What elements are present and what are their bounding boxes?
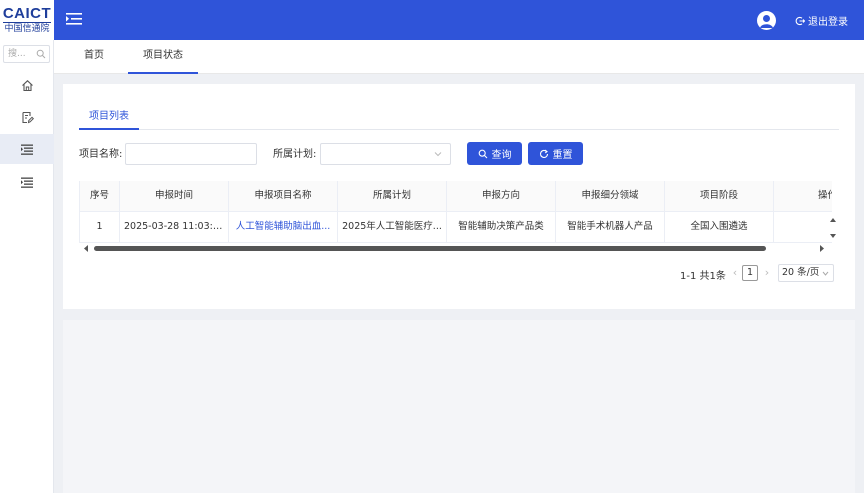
sidebar-item-project-status[interactable] [0,134,54,164]
scroll-right-icon[interactable] [818,244,826,253]
table-cell: 智能手术机器人产品 [556,212,665,243]
table-cell: 全国入围遴选 [665,212,774,243]
sidebar-item-home[interactable] [0,70,54,100]
column-header: 操作 [774,181,832,212]
menu-collapse-icon[interactable] [66,12,82,26]
tab-project-status[interactable]: 项目状态 [128,40,198,74]
chevron-down-icon [434,152,442,157]
reset-button[interactable]: 重置 [528,142,583,165]
table-header-row: 序号 申报时间 申报项目名称 所属计划 申报方向 申报细分领域 项目阶段 操作 [80,181,832,212]
sidebar-item-document[interactable] [0,102,54,132]
table-cell: 1 [80,212,120,243]
page-size-select[interactable]: 20 条/页 [778,264,834,282]
sidebar-item-list[interactable] [0,167,54,197]
subtab-project-list[interactable]: 项目列表 [79,104,139,130]
chevron-down-icon [822,271,829,276]
sidebar-search-input[interactable]: 搜... [3,45,50,63]
scroll-left-icon[interactable] [82,244,90,253]
project-table: 序号 申报时间 申报项目名称 所属计划 申报方向 申报细分领域 项目阶段 操作 … [79,181,832,243]
next-page-button[interactable]: › [762,266,772,280]
subtab-active-indicator [79,128,139,130]
tab-home[interactable]: 首页 [84,40,104,74]
plan-label: 所属计划: [273,149,317,160]
logout-label: 退出登录 [808,17,848,28]
column-header: 申报项目名称 [229,181,338,212]
column-header: 所属计划 [338,181,447,212]
page-tabs: 首页 项目状态 [54,40,864,74]
table-cell: 2025年人工智能医疗... [338,212,447,243]
document-edit-icon [21,111,34,123]
pagination-total: 1-1 共1条 [680,271,726,282]
column-header: 申报方向 [447,181,556,212]
table-cell: 智能辅助决策产品类 [447,212,556,243]
list-icon [21,144,33,155]
project-name-link[interactable]: 人工智能辅助脑出血... [229,212,338,243]
search-icon [36,49,46,59]
column-header: 申报细分领域 [556,181,665,212]
logout-button[interactable]: 退出登录 [795,13,848,28]
scroll-down-icon[interactable] [829,232,837,240]
table-row: 1 2025-03-28 11:03:55 人工智能辅助脑出血... 2025年… [80,212,832,243]
user-avatar-icon[interactable] [757,11,776,30]
column-header: 序号 [80,181,120,212]
horizontal-scrollbar[interactable] [94,246,766,251]
column-header: 申报时间 [120,181,229,212]
top-header: CAICT 中国信通院 退出登录 [0,0,864,40]
table-cell [774,212,832,243]
reset-button-label: 重置 [552,150,573,161]
project-name-input[interactable] [125,143,257,165]
home-icon [21,79,33,91]
project-name-label: 项目名称: [79,149,123,160]
content-background [63,320,855,493]
subtab-divider [79,129,839,130]
page-size-value: 20 条/页 [782,267,820,278]
table-cell: 2025-03-28 11:03:55 [120,212,229,243]
plan-select[interactable] [320,143,451,165]
logo-text-en: CAICT [2,4,52,23]
query-button[interactable]: 查询 [467,142,522,165]
prev-page-button[interactable]: ‹ [730,266,740,280]
query-button-label: 查询 [491,150,512,161]
sidebar-search-placeholder: 搜... [8,49,26,59]
logo-text-cn: 中国信通院 [4,23,50,34]
page-number-current[interactable]: 1 [742,265,758,281]
column-header: 项目阶段 [665,181,774,212]
scroll-up-icon[interactable] [829,216,837,224]
logout-icon [795,16,805,25]
sidebar: 搜... [0,40,54,493]
search-icon [478,149,487,158]
refresh-icon [539,149,548,158]
list-icon [21,177,33,188]
project-list-card: 项目列表 项目名称: 所属计划: 查询 重置 序号 申报时间 申报项目名称 所属… [63,84,855,309]
caict-logo[interactable]: CAICT 中国信通院 [0,0,54,40]
